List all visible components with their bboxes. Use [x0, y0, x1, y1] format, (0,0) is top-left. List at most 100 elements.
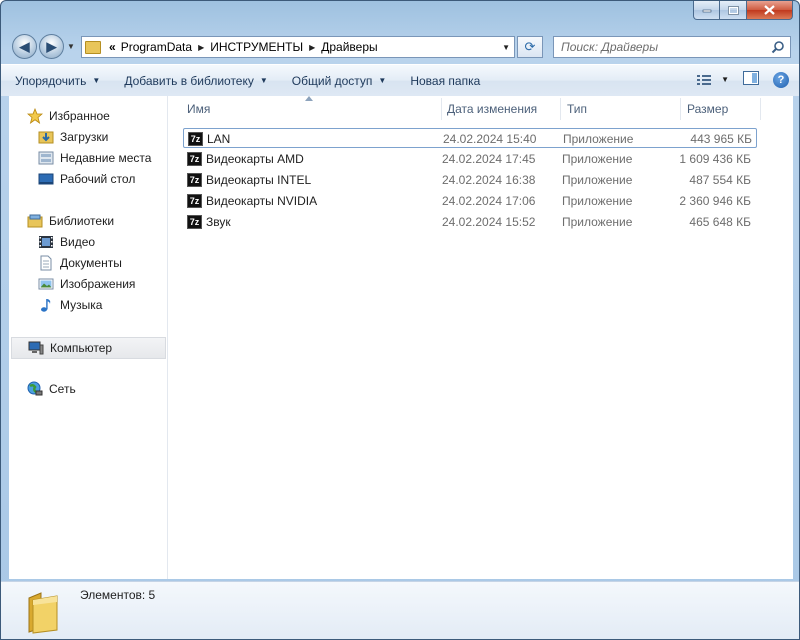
- sidebar-item-network[interactable]: Сеть: [27, 379, 76, 399]
- breadcrumb-programdata[interactable]: ProgramData: [121, 40, 192, 54]
- close-icon: [764, 5, 775, 15]
- chevron-down-icon: ▼: [92, 76, 101, 85]
- file-type: Приложение: [562, 173, 633, 187]
- arrow-left-icon: ◀: [19, 38, 30, 54]
- column-header-date[interactable]: Дата изменения: [447, 96, 537, 122]
- new-folder-label: Новая папка: [410, 73, 481, 88]
- search-icon[interactable]: [771, 40, 785, 54]
- libraries-icon: [27, 214, 43, 228]
- sidebar-item-pictures[interactable]: Изображения: [38, 274, 135, 294]
- file-date: 24.02.2024 16:38: [442, 173, 536, 187]
- sidebar-item-music[interactable]: Музыка: [38, 295, 102, 315]
- file-name: Видеокарты INTEL: [206, 173, 312, 187]
- command-bar: Упорядочить ▼ Добавить в библиотеку ▼ Общи…: [1, 64, 799, 96]
- file-size: 443 965 КБ: [690, 132, 752, 146]
- breadcrumb-overflow[interactable]: «: [109, 40, 116, 54]
- search-input[interactable]: [559, 39, 763, 55]
- file-size: 1 609 436 КБ: [679, 152, 751, 166]
- details-pane: Элементов: 5: [1, 581, 799, 639]
- file-type: Приложение: [562, 194, 633, 208]
- arrow-right-icon: ▶: [46, 38, 57, 54]
- items-count: Элементов: 5: [80, 588, 156, 602]
- share-label: Общий доступ: [291, 73, 373, 88]
- back-button[interactable]: ◀: [12, 34, 37, 59]
- file-list[interactable]: Имя Дата изменения Тип Размер 7z LAN 24.0…: [179, 96, 793, 579]
- view-details-icon: [697, 74, 712, 85]
- column-header-size[interactable]: Размер: [687, 96, 728, 122]
- file-name: Звук: [206, 215, 231, 229]
- sort-ascending-icon: [305, 96, 313, 101]
- table-row[interactable]: 7z LAN 24.02.2024 15:40 Приложение 443 96…: [183, 128, 757, 148]
- sidebar-item-libraries[interactable]: Библиотеки: [27, 211, 114, 231]
- column-header-type[interactable]: Тип: [567, 96, 587, 122]
- address-bar[interactable]: « ProgramData ▶ ИНСТРУМЕНТЫ ▶ Драйверы ▼: [81, 36, 515, 58]
- minimize-icon: [702, 9, 711, 13]
- title-bar[interactable]: [1, 1, 799, 29]
- sidebar-item-label: Изображения: [60, 277, 136, 291]
- column-header-label: Имя: [187, 102, 211, 116]
- breadcrumb-separator-icon[interactable]: ▶: [309, 43, 315, 52]
- breadcrumb-separator-icon[interactable]: ▶: [198, 43, 204, 52]
- column-divider[interactable]: [441, 98, 442, 120]
- new-folder-button[interactable]: Новая папка: [410, 74, 480, 88]
- explorer-window: ◀ ▶ ▼ « ProgramData ▶ ИНСТРУМЕНТЫ ▶ Драй…: [0, 0, 800, 640]
- network-globe-icon: [27, 381, 43, 396]
- sidebar-item-label: Компьютер: [50, 341, 113, 355]
- help-icon: ?: [777, 73, 785, 86]
- file-date: 24.02.2024 15:52: [442, 215, 536, 229]
- address-dropdown-icon[interactable]: ▼: [502, 43, 510, 52]
- file-size: 465 648 КБ: [689, 215, 751, 229]
- column-divider[interactable]: [560, 98, 561, 120]
- sidebar-item-desktop[interactable]: Рабочий стол: [38, 169, 135, 189]
- close-button[interactable]: [747, 1, 793, 20]
- navigation-pane[interactable]: Избранное Загрузки Недавние места Рабочи…: [9, 96, 168, 579]
- table-row[interactable]: 7z Видеокарты INTEL 24.02.2024 16:38 Прил…: [183, 170, 757, 190]
- search-box[interactable]: [553, 36, 791, 58]
- refresh-button[interactable]: ⟳: [517, 36, 543, 58]
- sidebar-item-computer[interactable]: Компьютер: [11, 337, 166, 359]
- sidebar-item-documents[interactable]: Документы: [38, 253, 122, 273]
- chevron-down-icon: ▼: [259, 76, 268, 85]
- minimize-button[interactable]: [693, 1, 720, 20]
- table-row[interactable]: 7z Видеокарты NVIDIA 24.02.2024 17:06 При…: [183, 191, 757, 211]
- column-divider[interactable]: [680, 98, 681, 120]
- add-to-library-button[interactable]: Добавить в библиотеку ▼: [124, 74, 267, 88]
- sidebar-item-label: Музыка: [60, 298, 103, 312]
- folder-icon: [28, 592, 58, 634]
- column-header-name[interactable]: Имя: [187, 96, 210, 122]
- sidebar-item-label: Сеть: [49, 382, 76, 396]
- file-size: 487 554 КБ: [689, 173, 751, 187]
- help-button[interactable]: ?: [773, 71, 789, 88]
- downloads-folder-icon: [38, 131, 54, 144]
- maximize-button[interactable]: [720, 1, 747, 20]
- archive-7z-icon: 7z: [188, 132, 203, 146]
- forward-button[interactable]: ▶: [39, 34, 64, 59]
- sidebar-item-label: Недавние места: [60, 151, 152, 165]
- breadcrumb-instruments[interactable]: ИНСТРУМЕНТЫ: [210, 40, 303, 54]
- share-button[interactable]: Общий доступ ▼: [292, 74, 387, 88]
- sidebar-item-favorites[interactable]: Избранное: [27, 106, 110, 126]
- table-row[interactable]: 7z Звук 24.02.2024 15:52 Приложение 465 6…: [183, 212, 757, 232]
- table-row[interactable]: 7z Видеокарты AMD 24.02.2024 17:45 Прилож…: [183, 149, 757, 169]
- file-size: 2 360 946 КБ: [679, 194, 751, 208]
- file-type: Приложение: [563, 132, 634, 146]
- archive-7z-icon: 7z: [187, 194, 202, 208]
- preview-pane-button[interactable]: [743, 71, 759, 88]
- change-view-button[interactable]: ▼: [697, 74, 729, 86]
- pictures-icon: [38, 278, 54, 290]
- column-divider[interactable]: [760, 98, 761, 120]
- organize-button[interactable]: Упорядочить ▼: [15, 74, 100, 88]
- chevron-down-icon: ▼: [378, 76, 387, 85]
- main-content: Избранное Загрузки Недавние места Рабочи…: [9, 96, 793, 579]
- sidebar-item-downloads[interactable]: Загрузки: [38, 127, 108, 147]
- file-type: Приложение: [562, 215, 633, 229]
- sidebar-item-label: Видео: [60, 235, 96, 249]
- sidebar-item-recent-places[interactable]: Недавние места: [38, 148, 151, 168]
- sidebar-item-video[interactable]: Видео: [38, 232, 95, 252]
- sidebar-item-label: Загрузки: [60, 130, 109, 144]
- file-date: 24.02.2024 17:45: [442, 152, 536, 166]
- organize-label: Упорядочить: [15, 73, 87, 88]
- recent-pages-dropdown[interactable]: ▼: [67, 42, 75, 51]
- file-type: Приложение: [562, 152, 633, 166]
- breadcrumb-drivers[interactable]: Драйверы: [321, 40, 377, 54]
